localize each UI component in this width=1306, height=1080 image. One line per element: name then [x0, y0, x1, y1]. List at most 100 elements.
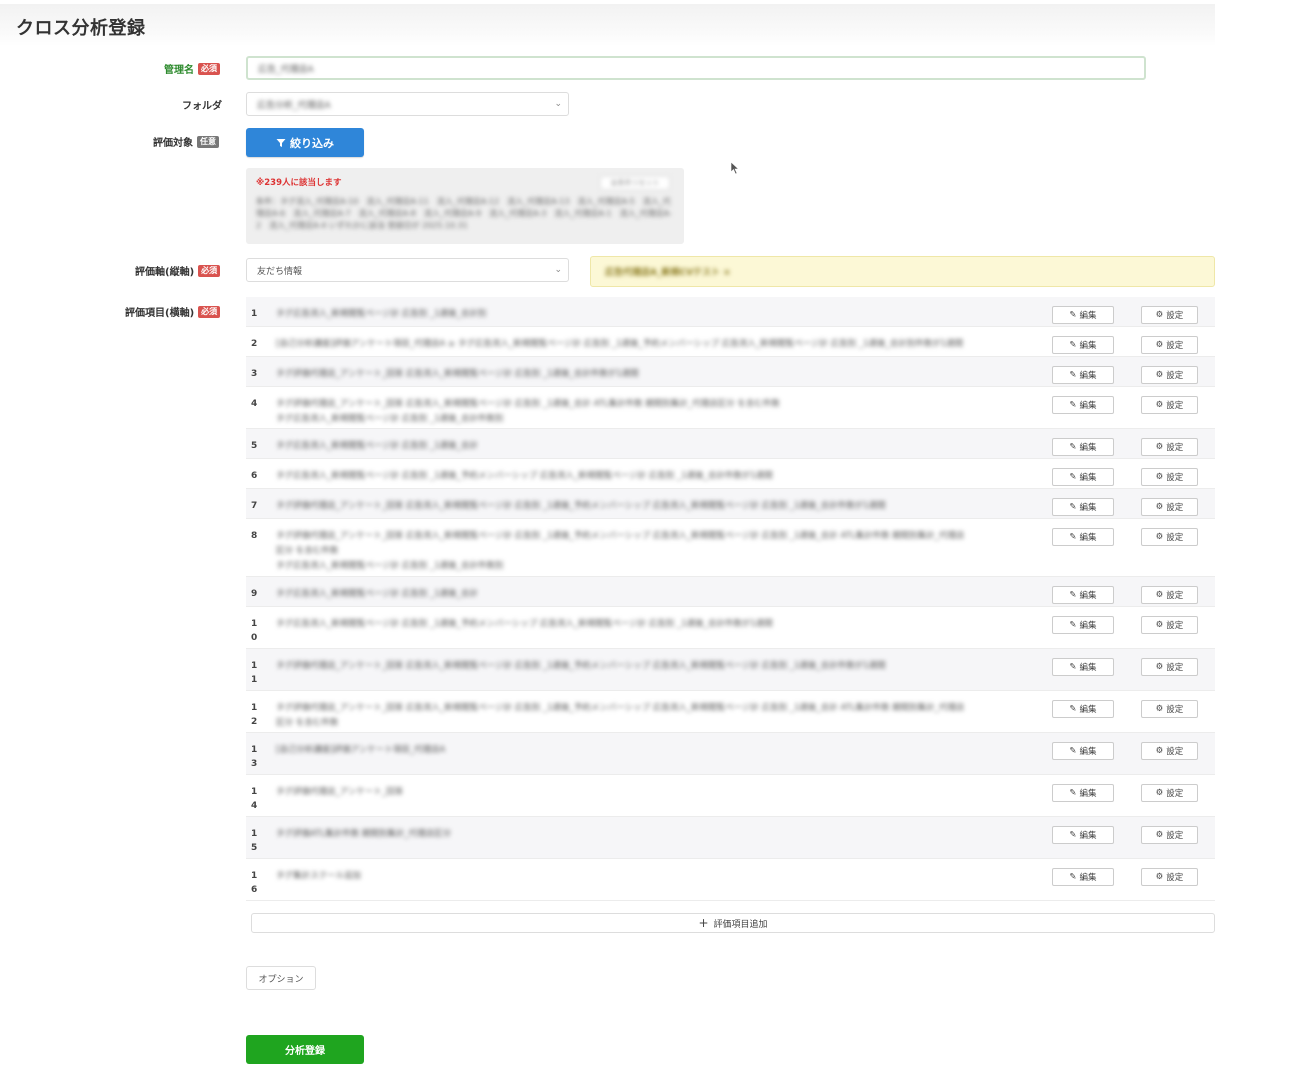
settings-button[interactable]: ⚙ 設定 [1141, 700, 1198, 718]
item-number: 12 [251, 703, 258, 727]
edit-button[interactable]: ✎ 編集 [1052, 784, 1114, 802]
edit-button[interactable]: ✎ 編集 [1052, 586, 1114, 604]
settings-label: 設定 [1166, 311, 1184, 321]
edit-button[interactable]: ✎ 編集 [1052, 306, 1114, 324]
mouse-cursor-icon [730, 161, 740, 175]
pencil-icon: ✎ [1069, 472, 1077, 482]
item-number: 7 [251, 501, 258, 511]
gear-icon: ⚙ [1155, 704, 1164, 714]
edit-button[interactable]: ✎ 編集 [1052, 396, 1114, 414]
gear-icon: ⚙ [1155, 442, 1164, 452]
settings-button[interactable]: ⚙ 設定 [1141, 306, 1198, 324]
list-item: 6 タグ広告流入_新規閲覧ページ計 広告別 _1週後_予約メンバーシップ 広告流入… [246, 459, 1215, 489]
pencil-icon: ✎ [1069, 704, 1077, 714]
settings-button[interactable]: ⚙ 設定 [1141, 868, 1198, 886]
pencil-icon: ✎ [1069, 400, 1077, 410]
settings-button[interactable]: ⚙ 設定 [1141, 438, 1198, 456]
gear-icon: ⚙ [1155, 590, 1164, 600]
item-number: 4 [251, 399, 258, 409]
settings-button[interactable]: ⚙ 設定 [1141, 336, 1198, 354]
pencil-icon: ✎ [1069, 620, 1077, 630]
edit-button[interactable]: ✎ 編集 [1052, 742, 1114, 760]
target-label-text: 評価対象 [153, 138, 193, 149]
add-item-button[interactable]: + 評価項目追加 [251, 913, 1215, 933]
list-item: 3 タグ評価代理店_アンケート_回答 広告流入_新規閲覧ページ計 広告別 _1週後… [246, 357, 1215, 387]
optional-badge: 任意 [197, 135, 219, 148]
item-text: タグ評価代理店_アンケート_回答 広告流入_新規閲覧ページ計 広告別 _1週後_… [276, 399, 780, 424]
folder-select[interactable]: 広告分析_代理店A ⌄ [246, 92, 569, 116]
item-text: タグ評価代理店_アンケート_回答 広告流入_新規閲覧ページ計 広告別 _1週後_… [276, 661, 886, 671]
edit-button[interactable]: ✎ 編集 [1052, 498, 1114, 516]
settings-button[interactable]: ⚙ 設定 [1141, 586, 1198, 604]
edit-label: 編集 [1079, 591, 1097, 601]
item-text: タグ評価代理店_アンケート_回答 広告流入_新規閲覧ページ計 広告別 _1週後_… [276, 501, 886, 511]
list-item: 16 タグ集計スクール追加 ✎ 編集 ⚙ 設定 [246, 859, 1215, 901]
settings-button[interactable]: ⚙ 設定 [1141, 742, 1198, 760]
item-text: タグ広告流入_新規閲覧ページ計 広告別 _1週後_予約メンバーシップ 広告流入_… [276, 619, 773, 629]
gear-icon: ⚙ [1155, 340, 1164, 350]
list-item: 9 タグ広告流入_新規閲覧ページ計 広告別 _1週後_合計 ✎ 編集 ⚙ 設定 [246, 577, 1215, 607]
edit-label: 編集 [1079, 663, 1097, 673]
edit-button[interactable]: ✎ 編集 [1052, 868, 1114, 886]
edit-button[interactable]: ✎ 編集 [1052, 438, 1114, 456]
settings-button[interactable]: ⚙ 設定 [1141, 498, 1198, 516]
edit-label: 編集 [1079, 533, 1097, 543]
settings-label: 設定 [1166, 443, 1184, 453]
filter-description: 条件：タグ流入_代理店A-10 流入_代理店A-11 流入_代理店A-12 流入… [256, 197, 672, 230]
list-item: 15 タグ評価ATL集計件数 期間別集計_代理店区分 ✎ 編集 ⚙ 設定 [246, 817, 1215, 859]
edit-button[interactable]: ✎ 編集 [1052, 336, 1114, 354]
gear-icon: ⚙ [1155, 620, 1164, 630]
edit-button[interactable]: ✎ 編集 [1052, 528, 1114, 546]
settings-button[interactable]: ⚙ 設定 [1141, 366, 1198, 384]
edit-button[interactable]: ✎ 編集 [1052, 658, 1114, 676]
name-label: 管理名 必須 [164, 61, 220, 76]
settings-label: 設定 [1166, 663, 1184, 673]
pencil-icon: ✎ [1069, 788, 1077, 798]
settings-button[interactable]: ⚙ 設定 [1141, 468, 1198, 486]
settings-label: 設定 [1166, 621, 1184, 631]
edit-label: 編集 [1079, 473, 1097, 483]
edit-button[interactable]: ✎ 編集 [1052, 366, 1114, 384]
submit-button[interactable]: 分析登録 [246, 1035, 364, 1064]
option-button[interactable]: オプション [246, 966, 316, 990]
edit-button[interactable]: ✎ 編集 [1052, 468, 1114, 486]
settings-button[interactable]: ⚙ 設定 [1141, 658, 1198, 676]
gear-icon: ⚙ [1155, 746, 1164, 756]
item-number: 14 [251, 787, 258, 811]
item-text: タグ広告流入_新規閲覧ページ計 広告別 _1週後_合計 [276, 441, 478, 451]
settings-button[interactable]: ⚙ 設定 [1141, 396, 1198, 414]
settings-label: 設定 [1166, 503, 1184, 513]
folder-label-text: フォルダ [182, 101, 222, 112]
target-label: 評価対象 任意 [153, 134, 219, 149]
list-item: 1 タグ広告流入_新規閲覧ページ計 広告別 _1週後_合計別 ✎ 編集 ⚙ 設定 [246, 297, 1215, 327]
list-item: 10 タグ広告流入_新規閲覧ページ計 広告別 _1週後_予約メンバーシップ 広告流… [246, 607, 1215, 649]
axis-select[interactable]: 友だち情報 ⌄ [246, 258, 569, 282]
name-input[interactable]: 広告_代理店A [246, 56, 1146, 80]
edit-button[interactable]: ✎ 編集 [1052, 700, 1114, 718]
list-item: 2 [自己分析講座]評価アンケート項目_代理店A ≥ タグ広告流入_新規閲覧ページ… [246, 327, 1215, 357]
settings-button[interactable]: ⚙ 設定 [1141, 616, 1198, 634]
item-number: 3 [251, 369, 258, 379]
edit-label: 編集 [1079, 621, 1097, 631]
filter-button[interactable]: 絞り込み [246, 128, 364, 157]
settings-label: 設定 [1166, 747, 1184, 757]
item-text: [自己分析講座]評価アンケート項目_代理店A [276, 745, 446, 755]
filter-summary: ※239人に該当します 全条件リセット 条件：タグ流入_代理店A-10 流入_代… [246, 168, 684, 244]
list-item: 5 タグ広告流入_新規閲覧ページ計 広告別 _1週後_合計 ✎ 編集 ⚙ 設定 [246, 429, 1215, 459]
settings-button[interactable]: ⚙ 設定 [1141, 528, 1198, 546]
add-item-label: 評価項目追加 [713, 919, 768, 930]
evaluation-items-list: 1 タグ広告流入_新規閲覧ページ計 広告別 _1週後_合計別 ✎ 編集 ⚙ 設定 2 [自己分… [246, 297, 1215, 937]
gear-icon: ⚙ [1155, 872, 1164, 882]
item-text: タグ広告流入_新規閲覧ページ計 広告別 _1週後_合計別 [276, 309, 487, 319]
pencil-icon: ✎ [1069, 370, 1077, 380]
axis-note-text: 広告代理店A_新規CVテスト × [605, 268, 731, 278]
edit-button[interactable]: ✎ 編集 [1052, 826, 1114, 844]
settings-button[interactable]: ⚙ 設定 [1141, 826, 1198, 844]
item-number: 2 [251, 339, 258, 349]
edit-button[interactable]: ✎ 編集 [1052, 616, 1114, 634]
pencil-icon: ✎ [1069, 830, 1077, 840]
list-item: 13 [自己分析講座]評価アンケート項目_代理店A ✎ 編集 ⚙ 設定 [246, 733, 1215, 775]
pencil-icon: ✎ [1069, 872, 1077, 882]
filter-reset-button[interactable]: 全条件リセット [600, 176, 670, 190]
settings-button[interactable]: ⚙ 設定 [1141, 784, 1198, 802]
